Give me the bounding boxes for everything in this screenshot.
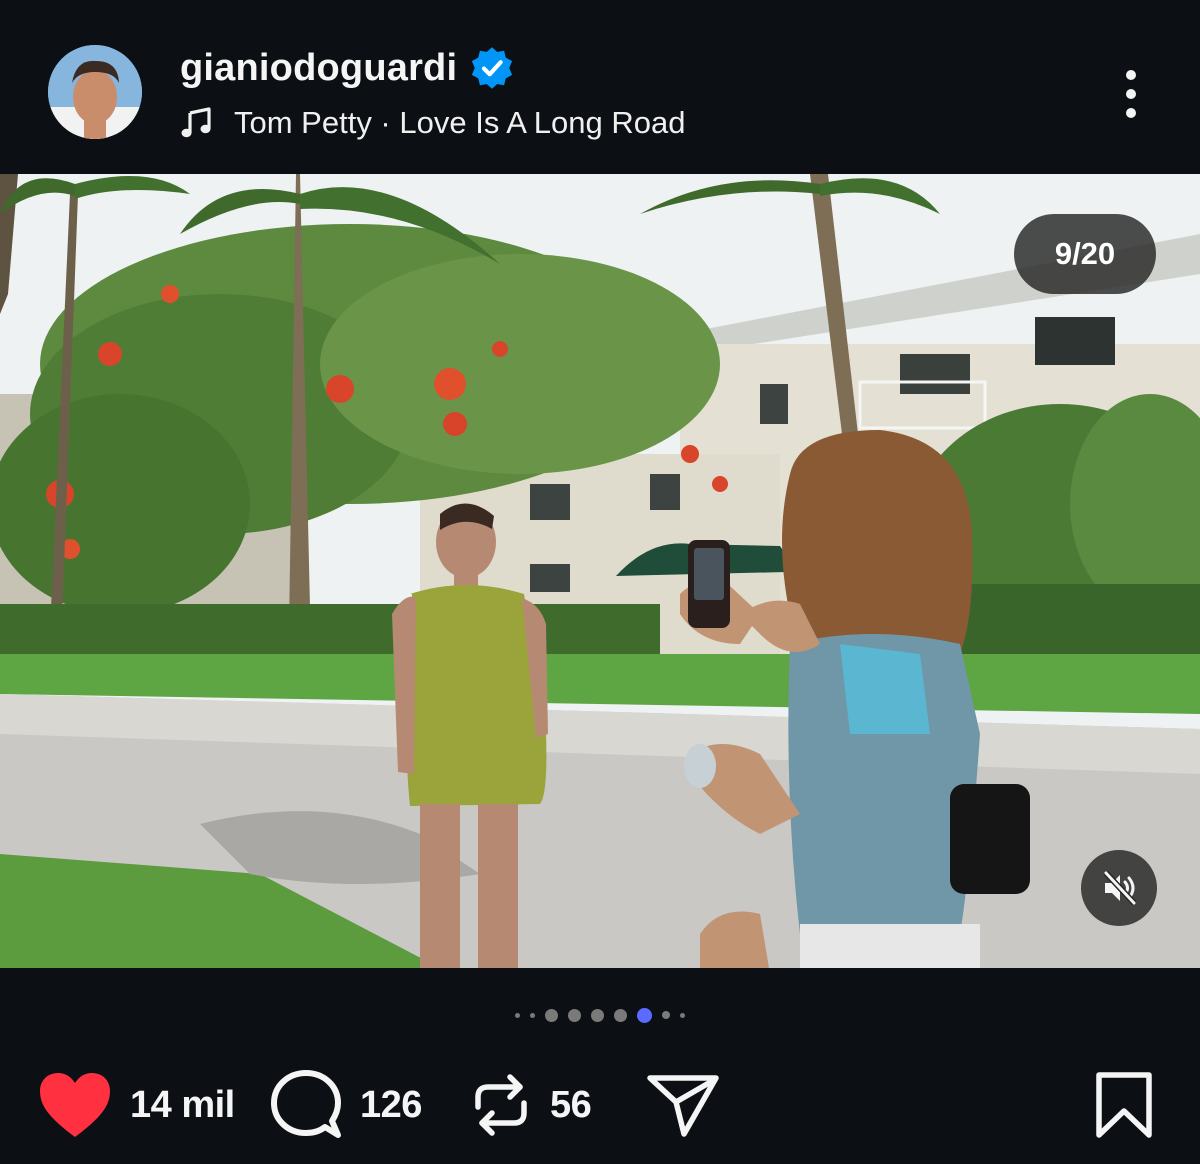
post-actions: 14 mil 126 56 <box>0 1060 1200 1150</box>
carousel-counter: 9/20 <box>1014 214 1156 294</box>
comment-action: 126 <box>270 1060 422 1150</box>
like-action: 14 mil <box>38 1060 235 1150</box>
username[interactable]: gianiodoguardi <box>180 47 457 90</box>
music-label: Tom Petty · Love Is A Long Road <box>234 105 686 140</box>
avatar-image <box>48 45 142 139</box>
more-options-icon <box>1126 70 1136 118</box>
carousel-dot <box>591 1008 604 1022</box>
comment-button[interactable] <box>270 1069 342 1141</box>
repost-count[interactable]: 56 <box>550 1084 592 1127</box>
share-action <box>646 1060 720 1150</box>
share-icon <box>647 1075 719 1137</box>
username-row: gianiodoguardi <box>180 44 515 92</box>
carousel-dot-active <box>637 1007 652 1023</box>
like-button[interactable] <box>38 1071 112 1139</box>
music-note-icon <box>181 107 211 138</box>
mute-icon <box>1103 870 1137 906</box>
share-button[interactable] <box>646 1072 720 1138</box>
verified-badge-icon <box>472 47 513 89</box>
carousel-dot <box>568 1008 581 1022</box>
more-options-button[interactable] <box>1110 64 1152 124</box>
avatar[interactable] <box>48 45 142 139</box>
carousel-dot <box>545 1008 558 1022</box>
repost-button[interactable] <box>470 1069 532 1141</box>
carousel-dot <box>662 1011 670 1019</box>
carousel-dot <box>614 1008 627 1022</box>
comment-icon <box>271 1070 341 1138</box>
carousel-dot <box>680 1012 685 1018</box>
heart-icon <box>40 1073 110 1137</box>
like-count[interactable]: 14 mil <box>130 1084 235 1127</box>
bookmark-action <box>1094 1060 1154 1150</box>
mute-button[interactable] <box>1081 850 1157 926</box>
bookmark-icon <box>1096 1072 1152 1138</box>
repost-action: 56 <box>470 1060 592 1150</box>
post-header: gianiodoguardi Tom Petty · Love Is A Lon… <box>0 0 1200 174</box>
photo-image <box>0 174 1200 968</box>
carousel-dot <box>530 1012 535 1018</box>
comment-count[interactable]: 126 <box>360 1084 422 1127</box>
carousel-dot <box>515 1012 520 1018</box>
carousel-indicator <box>480 1005 720 1025</box>
post-photo[interactable]: 9/20 <box>0 174 1200 968</box>
music-attribution[interactable]: Tom Petty · Love Is A Long Road <box>180 101 685 145</box>
repost-icon <box>475 1074 527 1136</box>
bookmark-button[interactable] <box>1094 1071 1154 1139</box>
